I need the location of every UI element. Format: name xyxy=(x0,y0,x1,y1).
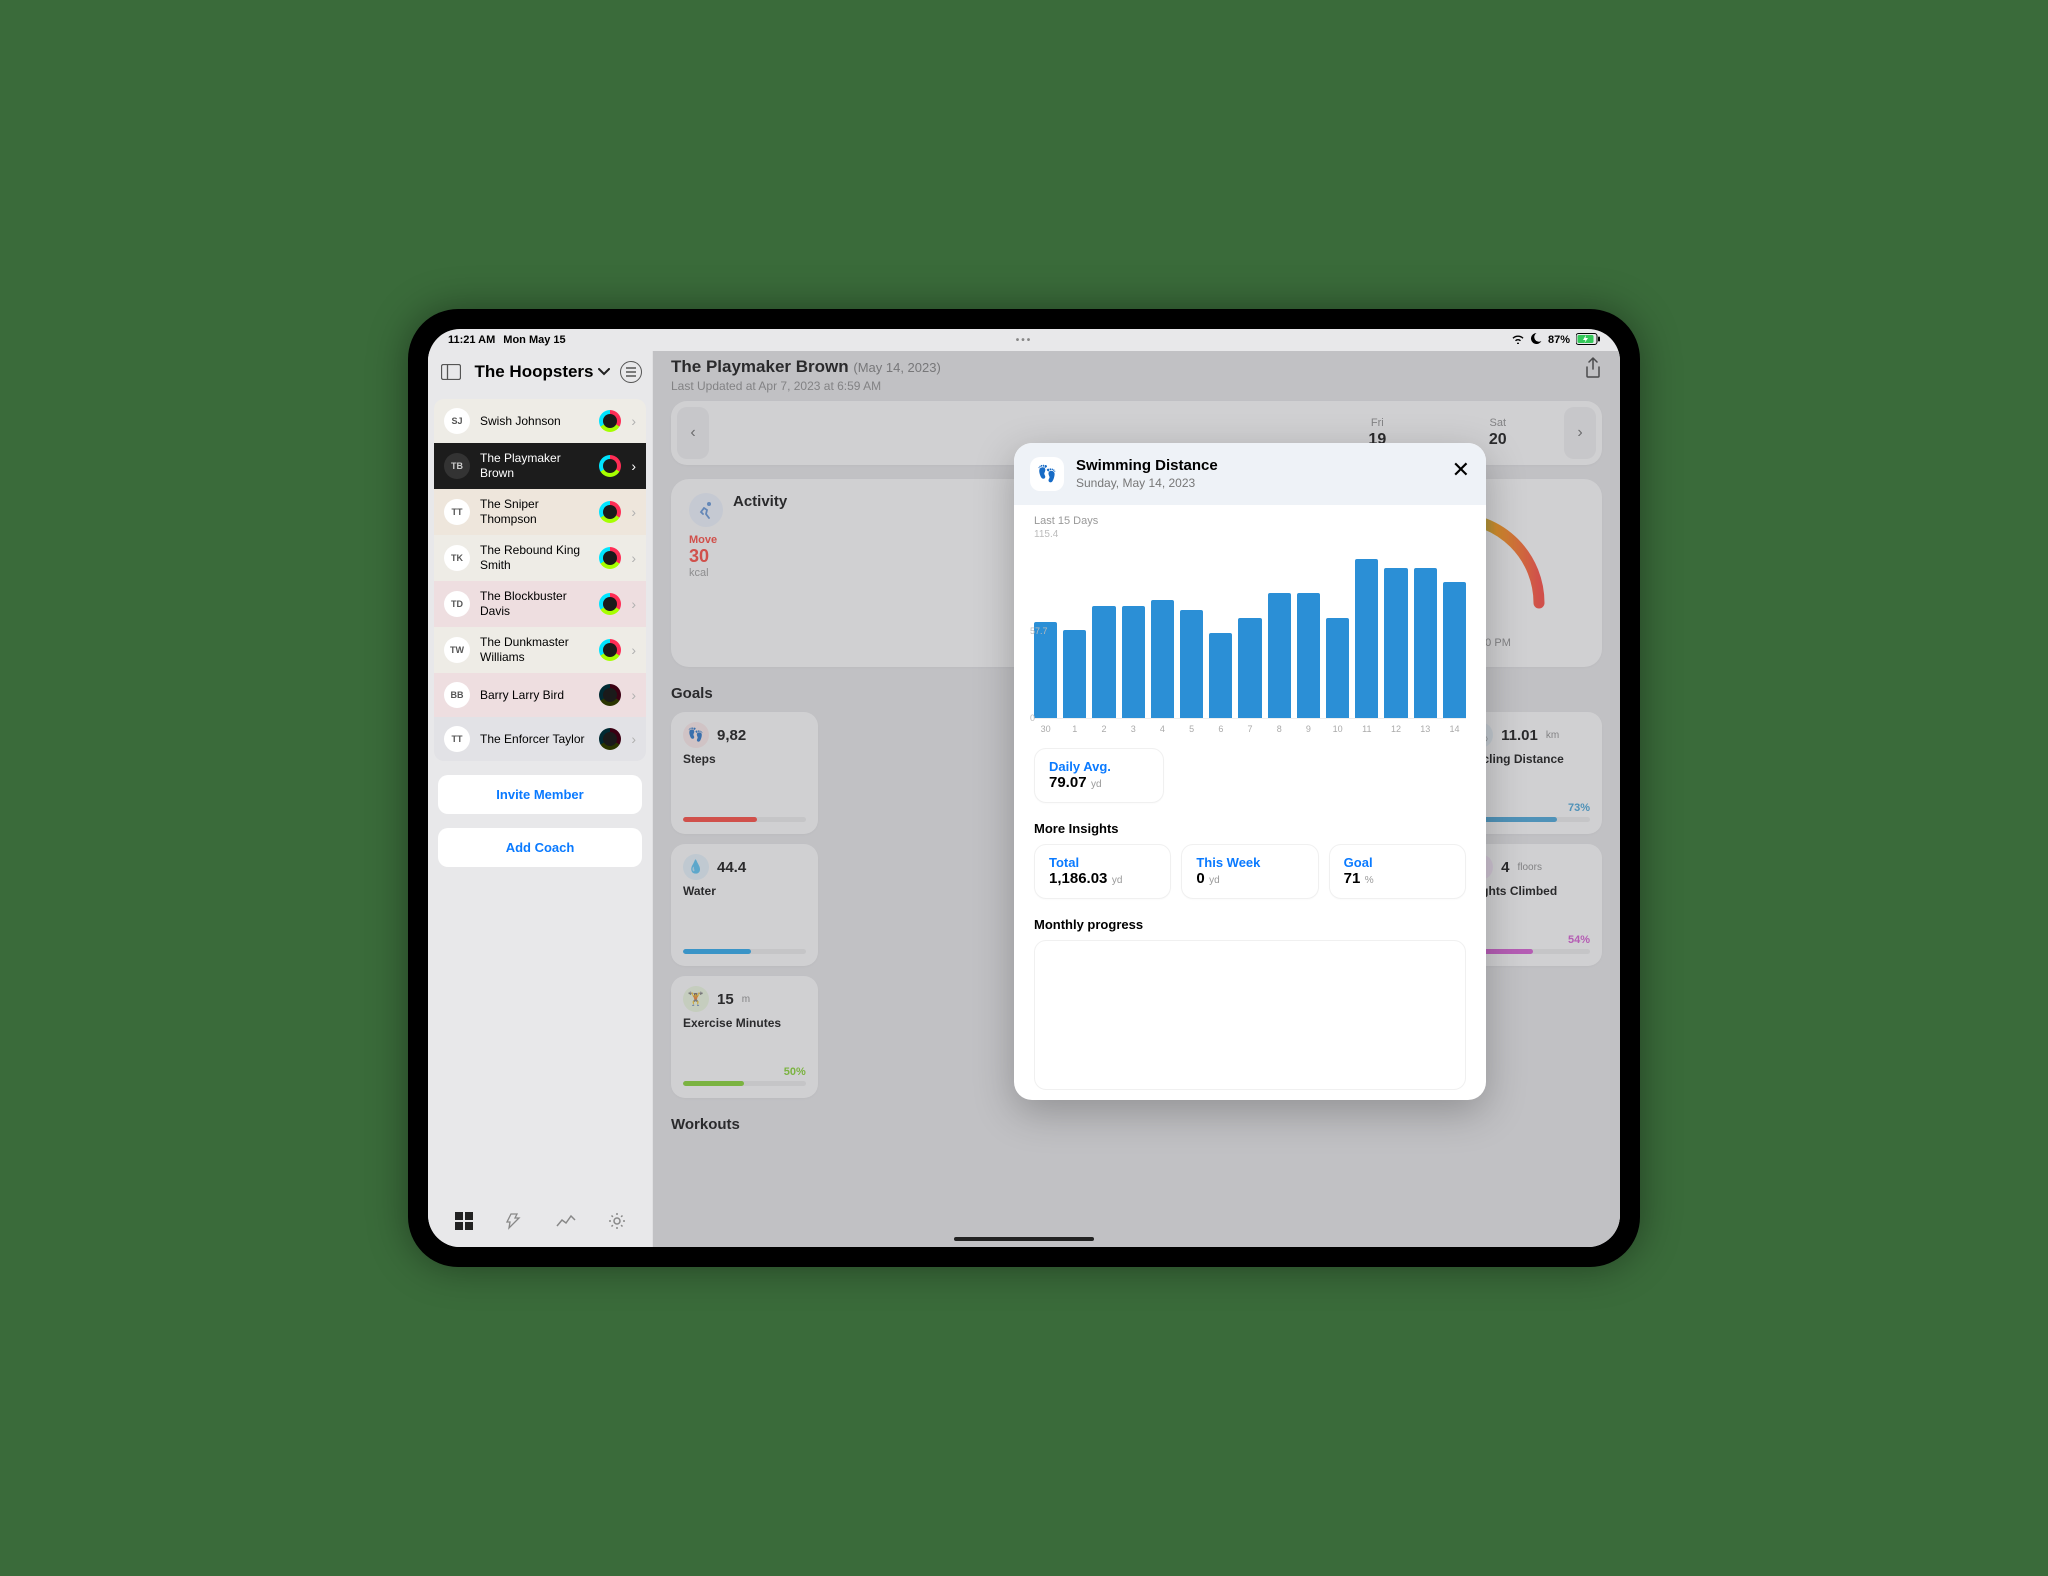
avatar: TT xyxy=(444,499,470,525)
activity-ring-icon xyxy=(599,410,621,432)
tile-unit: yd xyxy=(1091,779,1102,790)
total-tile: Total 1,186.03 yd xyxy=(1034,844,1171,899)
avatar: TT xyxy=(444,726,470,752)
team-selector[interactable]: The Hoopsters xyxy=(474,362,609,382)
monthly-progress-box xyxy=(1034,940,1466,1090)
roster-row[interactable]: TB The Playmaker Brown › xyxy=(434,443,646,489)
chart-caption: Last 15 Days xyxy=(1034,515,1466,527)
monthly-progress-heading: Monthly progress xyxy=(1034,917,1466,932)
tile-unit: yd xyxy=(1209,875,1220,886)
player-name: The Blockbuster Davis xyxy=(480,589,589,619)
activity-ring-icon xyxy=(599,593,621,615)
battery-pct: 87% xyxy=(1548,334,1570,346)
chart-ymax: 115.4 xyxy=(1034,529,1466,540)
roster-row[interactable]: TK The Rebound King Smith › xyxy=(434,535,646,581)
goal-tile: Goal 71 % xyxy=(1329,844,1466,899)
tile-label: This Week xyxy=(1196,855,1303,870)
activity-ring-icon xyxy=(599,684,621,706)
tab-settings-icon[interactable] xyxy=(605,1209,629,1233)
sidebar-tabs xyxy=(428,1195,652,1247)
wifi-icon xyxy=(1511,333,1525,347)
screen: 11:21 AM Mon May 15 ••• 87% The Hoopster… xyxy=(428,329,1620,1247)
chevron-right-icon: › xyxy=(631,550,636,566)
tab-trends-icon[interactable] xyxy=(554,1209,578,1233)
tile-unit: % xyxy=(1365,875,1374,886)
avatar: TD xyxy=(444,591,470,617)
status-bar: 11:21 AM Mon May 15 ••• 87% xyxy=(428,329,1620,351)
chevron-right-icon: › xyxy=(631,731,636,747)
ytick-zero: 0 xyxy=(1030,713,1035,723)
activity-ring-icon xyxy=(599,547,621,569)
activity-ring-icon xyxy=(599,455,621,477)
battery-icon xyxy=(1576,333,1600,348)
chevron-down-icon xyxy=(598,365,610,379)
home-indicator[interactable] xyxy=(954,1237,1094,1241)
tile-unit: yd xyxy=(1112,875,1123,886)
daily-avg-tile: Daily Avg. 79.07 yd xyxy=(1034,748,1164,803)
device-frame: 11:21 AM Mon May 15 ••• 87% The Hoopster… xyxy=(408,309,1640,1267)
modal-title: Swimming Distance xyxy=(1076,457,1218,474)
roster-row[interactable]: TW The Dunkmaster Williams › xyxy=(434,627,646,673)
roster-row[interactable]: TT The Enforcer Taylor › xyxy=(434,717,646,761)
player-name: The Sniper Thompson xyxy=(480,497,589,527)
add-coach-button[interactable]: Add Coach xyxy=(438,828,642,867)
player-name: The Dunkmaster Williams xyxy=(480,635,589,665)
activity-ring-icon xyxy=(599,639,621,661)
player-name: Barry Larry Bird xyxy=(480,688,589,703)
avatar: SJ xyxy=(444,408,470,434)
team-name-label: The Hoopsters xyxy=(474,362,593,382)
roster-row[interactable]: TT The Sniper Thompson › xyxy=(434,489,646,535)
roster-row[interactable]: BB Barry Larry Bird › xyxy=(434,673,646,717)
activity-ring-icon xyxy=(599,501,621,523)
invite-member-button[interactable]: Invite Member xyxy=(438,775,642,814)
multitask-dots[interactable]: ••• xyxy=(1016,335,1033,346)
more-insights-heading: More Insights xyxy=(1034,821,1466,836)
roster-row[interactable]: SJ Swish Johnson › xyxy=(434,399,646,443)
close-icon[interactable]: ✕ xyxy=(1452,457,1470,483)
modal-date: Sunday, May 14, 2023 xyxy=(1076,476,1218,490)
avatar: TW xyxy=(444,637,470,663)
status-time: 11:21 AM xyxy=(448,334,495,346)
tile-label: Total xyxy=(1049,855,1156,870)
main-content: The Playmaker Brown (May 14, 2023) Last … xyxy=(653,351,1620,1247)
avatar: BB xyxy=(444,682,470,708)
roster-row[interactable]: TD The Blockbuster Davis › xyxy=(434,581,646,627)
status-date: Mon May 15 xyxy=(503,334,565,346)
activity-ring-icon xyxy=(599,728,621,750)
chevron-right-icon: › xyxy=(631,504,636,520)
swimming-distance-modal: 👣 Swimming Distance Sunday, May 14, 2023… xyxy=(1014,443,1486,1100)
sidebar-toggle-icon[interactable] xyxy=(438,359,464,385)
player-name: Swish Johnson xyxy=(480,414,589,429)
footsteps-icon: 👣 xyxy=(1030,457,1064,491)
moon-icon xyxy=(1531,333,1542,347)
avatar: TK xyxy=(444,545,470,571)
sidebar: The Hoopsters SJ Swish Johnson › TB The … xyxy=(428,351,653,1247)
player-name: The Playmaker Brown xyxy=(480,451,589,481)
tile-value: 0 xyxy=(1196,870,1204,887)
avatar: TB xyxy=(444,453,470,479)
tab-activity-icon[interactable] xyxy=(503,1209,527,1233)
ytick-mid: 57.7 xyxy=(1030,626,1048,636)
tile-label: Goal xyxy=(1344,855,1451,870)
menu-icon[interactable] xyxy=(620,361,642,383)
tile-label: Daily Avg. xyxy=(1049,759,1149,774)
chevron-right-icon: › xyxy=(631,642,636,658)
tab-dashboard-icon[interactable] xyxy=(452,1209,476,1233)
chevron-right-icon: › xyxy=(631,596,636,612)
chevron-right-icon: › xyxy=(631,687,636,703)
chevron-right-icon: › xyxy=(631,413,636,429)
tile-value: 1,186.03 xyxy=(1049,870,1107,887)
player-name: The Rebound King Smith xyxy=(480,543,589,573)
roster-list: SJ Swish Johnson › TB The Playmaker Brow… xyxy=(434,399,646,761)
chart-area: Last 15 Days 115.4 57.7 0 30123456789101… xyxy=(1014,505,1486,740)
tile-value: 71 xyxy=(1344,870,1361,887)
player-name: The Enforcer Taylor xyxy=(480,732,589,747)
tile-value: 79.07 xyxy=(1049,774,1087,791)
this-week-tile: This Week 0 yd xyxy=(1181,844,1318,899)
bar-chart: 57.7 0 xyxy=(1034,544,1466,719)
chevron-right-icon: › xyxy=(631,458,636,474)
